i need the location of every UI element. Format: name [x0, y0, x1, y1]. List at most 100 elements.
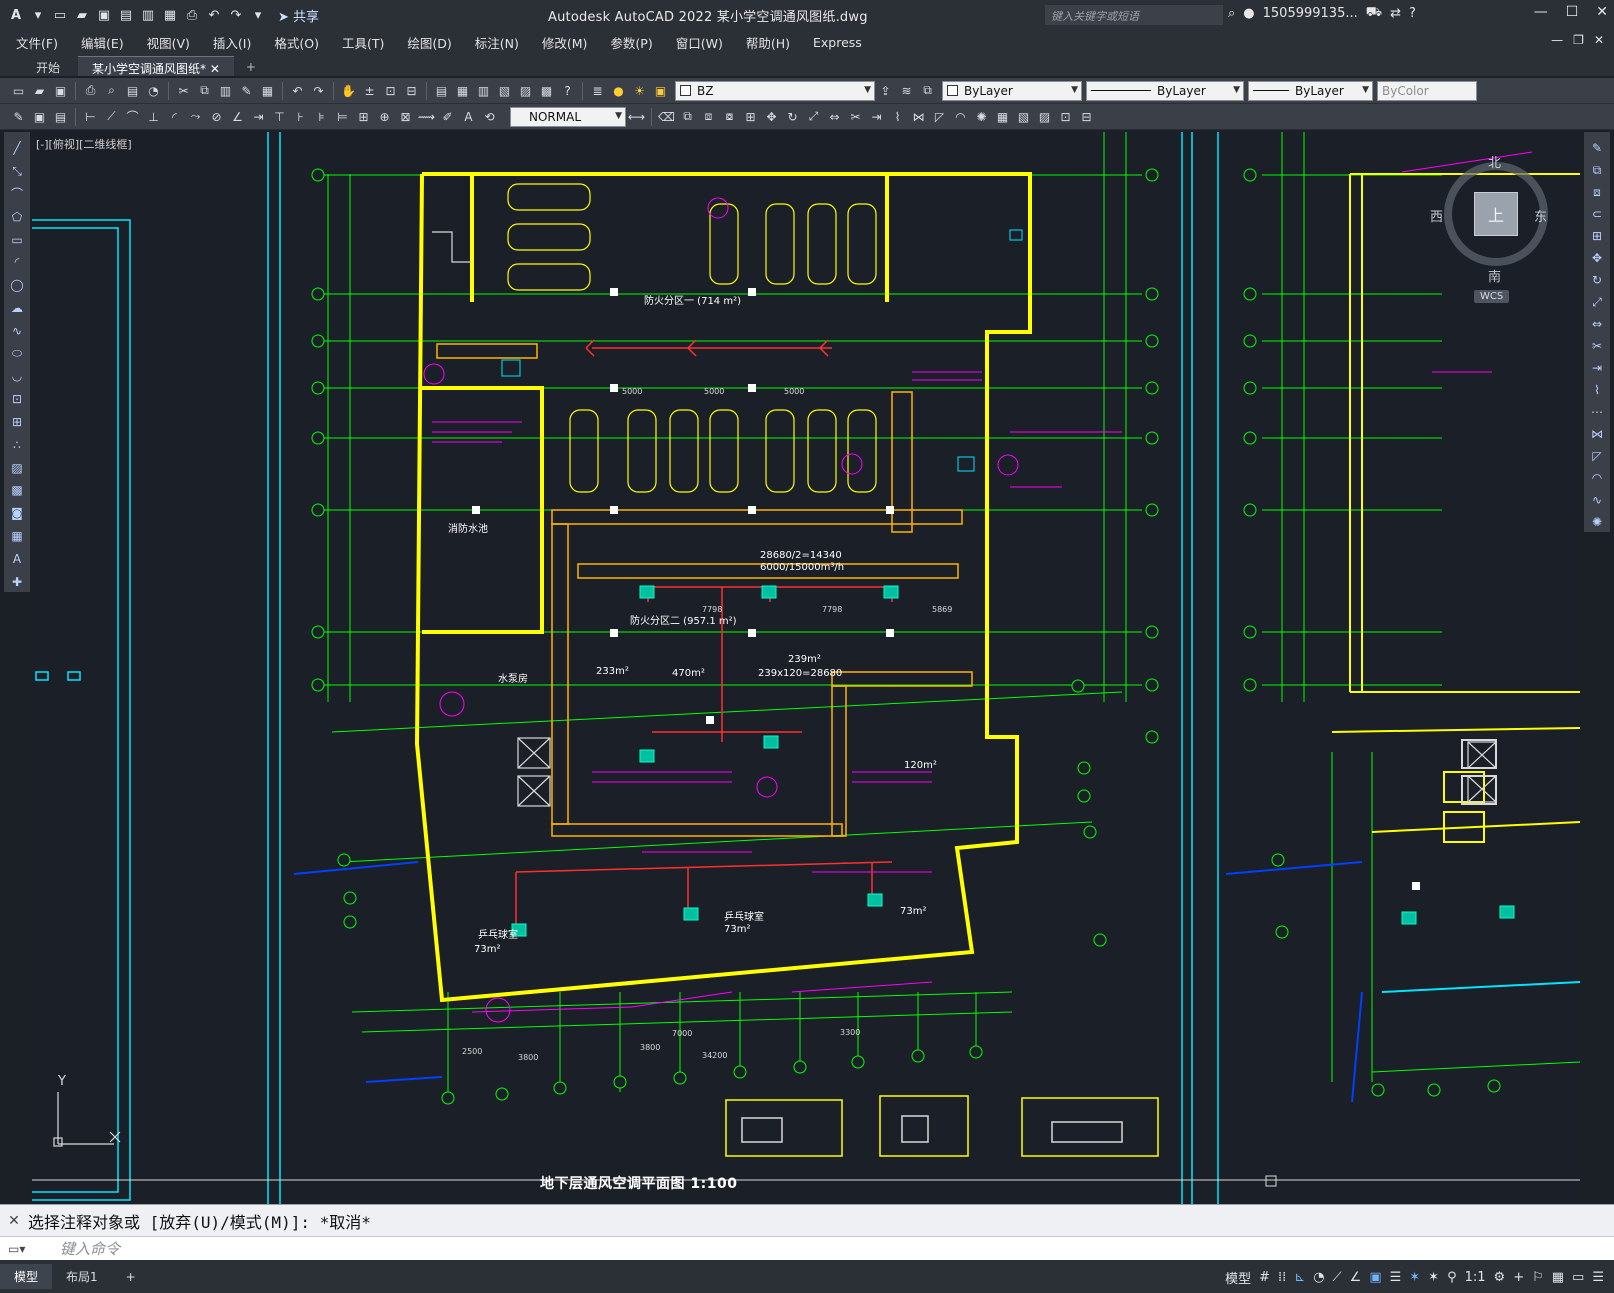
ellipse-icon[interactable]: ⬭ — [7, 343, 28, 364]
polyline-icon[interactable]: ⌒ — [7, 184, 28, 205]
search-icon[interactable]: ⌕ — [1228, 6, 1235, 21]
menu-express[interactable]: Express — [813, 35, 874, 50]
customize-icon[interactable]: ▾ — [248, 5, 268, 25]
open-folder-icon[interactable]: ▰ — [72, 5, 92, 25]
compass-east[interactable]: 东 — [1534, 206, 1547, 225]
menu-edit[interactable]: 编辑(E) — [81, 33, 136, 52]
dropdown-icon[interactable]: ▾ — [28, 5, 48, 25]
save-icon[interactable]: ▣ — [50, 80, 71, 101]
user-name[interactable]: 1505999135... — [1263, 6, 1358, 21]
compass-west[interactable]: 西 — [1430, 206, 1443, 225]
menu-draw[interactable]: 绘图(D) — [407, 33, 463, 52]
dim-update-icon[interactable]: ✎ — [8, 106, 29, 127]
osnap-icon[interactable]: ▣ — [1369, 1270, 1381, 1285]
mirror-icon[interactable]: ⧈ — [698, 106, 719, 127]
erase-icon[interactable]: ✎ — [1587, 138, 1608, 158]
dim-style-manager-icon[interactable]: ⟷ — [626, 106, 647, 127]
command-input[interactable]: 键入命令 — [60, 1238, 120, 1259]
polygon-icon[interactable]: ⬠ — [7, 206, 28, 227]
zoom-window-icon[interactable]: ⊡ — [380, 80, 401, 101]
compass-south[interactable]: 南 — [1488, 266, 1501, 285]
table-icon[interactable]: ▦ — [7, 526, 28, 547]
search-input[interactable]: 键入关键字或短语 — [1045, 5, 1223, 25]
grid-icon[interactable]: # — [1259, 1270, 1270, 1285]
jogged-linear-icon[interactable]: ⟿ — [416, 106, 437, 127]
wcs-menu[interactable]: WCS — [1474, 290, 1510, 303]
explode-icon[interactable]: ✺ — [1587, 512, 1608, 532]
compass-north[interactable]: 北 — [1488, 152, 1501, 171]
layer-select[interactable]: BZ ▼ — [675, 80, 875, 101]
share-button[interactable]: ➤ 共享 — [278, 6, 319, 25]
radius-icon[interactable]: ◜ — [164, 106, 185, 127]
block-editor-icon[interactable]: ▦ — [257, 80, 278, 101]
exchange-icon[interactable]: ⇄ — [1390, 6, 1401, 21]
menu-dimension[interactable]: 标注(N) — [475, 33, 531, 52]
plotstyle-select[interactable]: ByColor — [1377, 80, 1477, 101]
copy-icon[interactable]: ⧉ — [1587, 160, 1608, 180]
menu-tools[interactable]: 工具(T) — [342, 33, 396, 52]
tab-layout1[interactable]: 布局1 — [52, 1264, 112, 1289]
model-space-button[interactable]: 模型 — [1225, 1268, 1251, 1287]
dim-update2-icon[interactable]: ⟲ — [479, 106, 500, 127]
make-block-icon[interactable]: ⊟ — [1076, 106, 1097, 127]
tab-close-icon[interactable]: ✕ — [210, 62, 220, 76]
add-layout-button[interactable]: + — [112, 1266, 150, 1288]
array-icon[interactable]: ⊞ — [1587, 226, 1608, 246]
maximize-icon[interactable]: ☐ — [1566, 4, 1579, 20]
annotation-visibility-icon[interactable]: ✶ — [1409, 1270, 1420, 1285]
clean-screen-icon[interactable]: ▭ — [1572, 1270, 1584, 1285]
construction-line-icon[interactable]: ⤡ — [7, 161, 28, 182]
break-icon[interactable]: ⌇ — [1587, 380, 1608, 400]
command-prompt-icon[interactable]: ▭▾ — [0, 1242, 60, 1256]
dim-edit-icon[interactable]: ▣ — [29, 106, 50, 127]
layer-on-icon[interactable]: ● — [608, 80, 629, 101]
quickcalc-icon[interactable]: ▩ — [536, 80, 557, 101]
quick-dim-icon[interactable]: ⇥ — [248, 106, 269, 127]
angular-icon[interactable]: ∠ — [227, 106, 248, 127]
stretch-icon[interactable]: ⇔ — [1587, 314, 1608, 334]
linetype-select[interactable]: ByLayer ▼ — [1086, 80, 1244, 101]
hardware-icon[interactable]: ▦ — [1552, 1270, 1564, 1285]
menu-file[interactable]: 文件(F) — [16, 33, 70, 52]
command-line[interactable]: ▭▾ 键入命令 — [0, 1236, 1614, 1260]
offset-icon[interactable]: ⊂ — [1587, 204, 1608, 224]
gradient-icon[interactable]: ▩ — [7, 480, 28, 501]
menu-format[interactable]: 格式(O) — [274, 33, 331, 52]
viewcube-top-face[interactable]: 上 — [1474, 192, 1518, 236]
array-icon[interactable]: ⊞ — [740, 106, 761, 127]
scale-icon[interactable]: ⤢ — [1587, 292, 1608, 312]
make-current-icon[interactable]: ⇪ — [875, 80, 896, 101]
isolate-icon[interactable]: ⚐ — [1532, 1270, 1544, 1285]
new-icon[interactable]: ▭ — [8, 80, 29, 101]
stretch-icon[interactable]: ⇔ — [824, 106, 845, 127]
insert-block-icon[interactable]: ⊡ — [1055, 106, 1076, 127]
help-icon[interactable]: ? — [557, 80, 578, 101]
new-file-icon[interactable]: ▭ — [50, 5, 70, 25]
new-tab-button[interactable]: + — [238, 58, 264, 76]
line-icon[interactable]: ╱ — [7, 138, 28, 159]
group-icon[interactable]: ▦ — [992, 106, 1013, 127]
continue-icon[interactable]: ⊦ — [290, 106, 311, 127]
insert-block-icon[interactable]: ⊡ — [7, 389, 28, 410]
polar-icon[interactable]: ◔ — [1313, 1270, 1324, 1285]
annotation-scale-value[interactable]: 1:1 — [1465, 1270, 1486, 1285]
3dprint-icon[interactable]: ◔ — [143, 80, 164, 101]
menu-modify[interactable]: 修改(M) — [542, 33, 600, 52]
tolerance-icon[interactable]: ⊞ — [353, 106, 374, 127]
inspect-icon[interactable]: ⊠ — [395, 106, 416, 127]
mirror-icon[interactable]: ⧈ — [1587, 182, 1608, 202]
arc-length-icon[interactable]: ⌒ — [122, 106, 143, 127]
web-save-icon[interactable]: ▦ — [160, 5, 180, 25]
auto-scale-icon[interactable]: ✶ — [1428, 1270, 1439, 1285]
menu-help[interactable]: 帮助(H) — [746, 33, 802, 52]
isodraft-icon[interactable]: ⟋ — [1333, 1270, 1342, 1285]
chamfer-icon[interactable]: ◸ — [1587, 446, 1608, 466]
fillet-icon[interactable]: ◠ — [950, 106, 971, 127]
linear-dim-icon[interactable]: ⊢ — [80, 106, 101, 127]
paste-icon[interactable]: ▥ — [215, 80, 236, 101]
extend-icon[interactable]: ⇥ — [1587, 358, 1608, 378]
drawing-canvas[interactable]: [-][俯视][二维线框] 5000 5000 5000 7798 7798 5… — [32, 132, 1580, 1204]
join-icon[interactable]: ⋈ — [908, 106, 929, 127]
fillet-icon[interactable]: ◠ — [1587, 468, 1608, 488]
break-point-icon[interactable]: ⋯ — [1587, 402, 1608, 422]
